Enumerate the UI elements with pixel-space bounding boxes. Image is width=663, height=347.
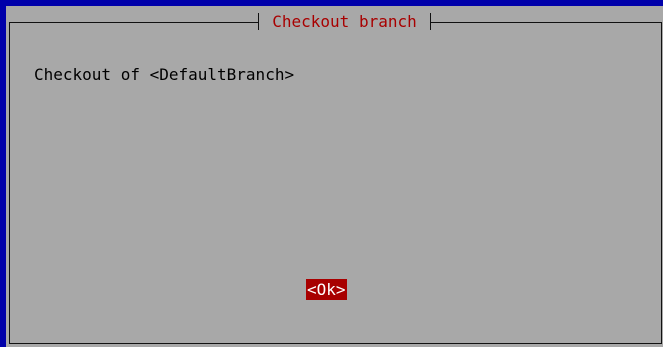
ok-button[interactable]: <Ok> — [306, 279, 347, 300]
checkout-dialog: Checkout branch Checkout of <DefaultBran… — [6, 6, 663, 347]
dialog-title: Checkout branch — [272, 12, 417, 31]
terminal-screen: Checkout branch Checkout of <DefaultBran… — [0, 0, 663, 347]
title-box: Checkout branch — [258, 9, 431, 35]
dialog-message: Checkout of <DefaultBranch> — [34, 65, 295, 84]
